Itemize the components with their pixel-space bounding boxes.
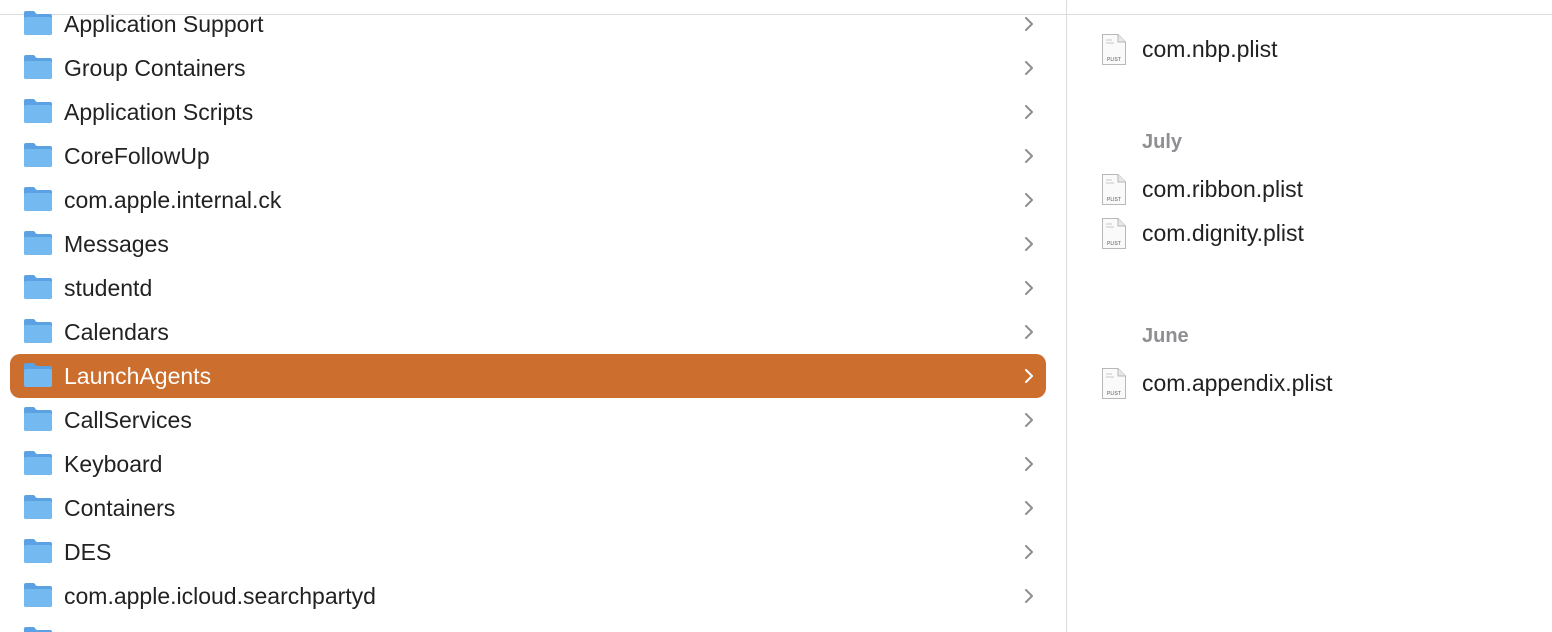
chevron-right-icon <box>1024 413 1034 427</box>
folder-icon <box>23 8 53 36</box>
file-item[interactable]: PLIST com.dignity.plist <box>1101 213 1541 253</box>
folder-label: CallServices <box>64 407 192 433</box>
folder-row[interactable]: com.apple.icloud.searchpartyd <box>10 574 1046 618</box>
folder-label: Group Containers <box>64 55 246 81</box>
folder-row[interactable]: studentd <box>10 266 1046 310</box>
folder-row[interactable]: Keyboard <box>10 442 1046 486</box>
folder-icon <box>23 228 53 256</box>
folder-label: Keyboard <box>64 451 163 477</box>
chevron-right-icon <box>1024 17 1034 31</box>
folder-icon <box>23 272 53 300</box>
folder-icon <box>23 448 53 476</box>
chevron-right-icon <box>1024 501 1034 515</box>
plist-caption: PLIST <box>1107 241 1121 247</box>
folder-label: Calendars <box>64 319 169 345</box>
folder-row[interactable]: CoreFollowUp <box>10 134 1046 178</box>
folder-icon <box>23 360 53 388</box>
chevron-right-icon <box>1024 545 1034 559</box>
folder-icon <box>23 316 53 344</box>
plist-file-icon: PLIST <box>1101 33 1127 66</box>
chevron-right-icon <box>1024 457 1034 471</box>
file-label: com.dignity.plist <box>1142 220 1304 246</box>
file-item[interactable]: PLIST com.appendix.plist <box>1101 363 1541 403</box>
folder-row[interactable]: Application Support <box>10 2 1046 46</box>
chevron-right-icon <box>1024 193 1034 207</box>
folder-row[interactable]: com.apple.internal.ck <box>10 178 1046 222</box>
folder-column[interactable]: Application Support Group Containers App… <box>0 0 1066 632</box>
folder-icon <box>23 492 53 520</box>
folder-row[interactable] <box>10 618 1046 632</box>
folder-label: com.apple.internal.ck <box>64 187 282 213</box>
plist-file-icon: PLIST <box>1101 217 1127 250</box>
chevron-right-icon <box>1024 281 1034 295</box>
folder-icon <box>23 140 53 168</box>
folder-row-selected[interactable]: LaunchAgents <box>10 354 1046 398</box>
folder-label: Messages <box>64 231 169 257</box>
file-label: com.appendix.plist <box>1142 370 1333 396</box>
folder-icon <box>23 404 53 432</box>
folder-icon <box>23 580 53 608</box>
folder-icon <box>23 96 53 124</box>
folder-label: Containers <box>64 495 176 521</box>
folder-row[interactable]: Calendars <box>10 310 1046 354</box>
folder-icon <box>23 536 53 564</box>
chevron-right-icon <box>1024 325 1034 339</box>
file-column[interactable]: PLIST com.nbp.plist July PLIST com.ribbo… <box>1067 0 1552 632</box>
folder-icon <box>23 184 53 212</box>
folder-icon <box>23 52 53 80</box>
plist-caption: PLIST <box>1107 391 1121 397</box>
file-item[interactable]: PLIST com.ribbon.plist <box>1101 169 1541 209</box>
folder-row[interactable]: CallServices <box>10 398 1046 442</box>
chevron-right-icon <box>1024 589 1034 603</box>
group-header: July <box>1142 131 1183 153</box>
folder-label: CoreFollowUp <box>64 143 210 169</box>
folder-label: LaunchAgents <box>64 363 212 389</box>
folder-label: Application Support <box>64 11 264 37</box>
file-label: com.nbp.plist <box>1142 36 1278 62</box>
plist-file-icon: PLIST <box>1101 367 1127 400</box>
folder-label: com.apple.icloud.searchpartyd <box>64 583 376 609</box>
folder-label: DES <box>64 539 112 565</box>
chevron-right-icon <box>1024 149 1034 163</box>
group-header: June <box>1142 325 1189 347</box>
file-label: com.ribbon.plist <box>1142 176 1304 202</box>
chevron-right-icon <box>1024 369 1034 383</box>
plist-caption: PLIST <box>1107 197 1121 203</box>
folder-label: Application Scripts <box>64 99 254 125</box>
chevron-right-icon <box>1024 105 1034 119</box>
folder-row[interactable]: Application Scripts <box>10 90 1046 134</box>
plist-caption: PLIST <box>1107 57 1121 63</box>
folder-row[interactable]: DES <box>10 530 1046 574</box>
file-item[interactable]: PLIST com.nbp.plist <box>1101 29 1541 69</box>
folder-row[interactable]: Messages <box>10 222 1046 266</box>
plist-file-icon: PLIST <box>1101 173 1127 206</box>
folder-row[interactable]: Containers <box>10 486 1046 530</box>
folder-row[interactable]: Group Containers <box>10 46 1046 90</box>
folder-label: studentd <box>64 275 153 301</box>
chevron-right-icon <box>1024 61 1034 75</box>
folder-icon <box>23 624 53 632</box>
chevron-right-icon <box>1024 237 1034 251</box>
